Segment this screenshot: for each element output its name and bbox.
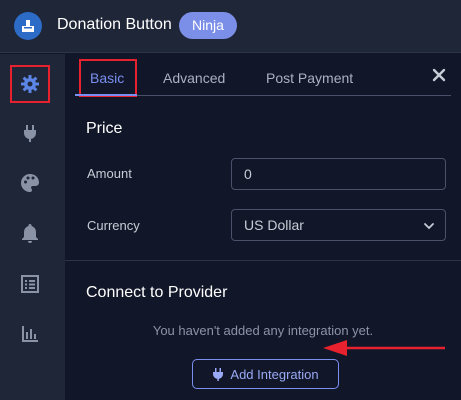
chevron-down-icon	[424, 223, 434, 230]
currency-label: Currency	[87, 218, 140, 233]
sidebar-item-appearance[interactable]	[10, 164, 50, 202]
list-icon	[21, 275, 39, 293]
sidebar-item-notifications[interactable]	[10, 214, 50, 252]
plug-icon	[213, 368, 224, 381]
amount-label: Amount	[87, 166, 132, 181]
plan-badge: Ninja	[179, 12, 237, 39]
empty-integrations-text: You haven't added any integration yet.	[152, 323, 374, 338]
tab-post-payment[interactable]: Post Payment	[266, 70, 353, 86]
sidebar-item-entries[interactable]	[10, 265, 50, 303]
provider-title: Connect to Provider	[86, 284, 228, 301]
add-integration-button[interactable]: Add Integration	[192, 359, 339, 389]
tab-basic[interactable]: Basic	[90, 70, 124, 86]
currency-select[interactable]: US Dollar	[231, 209, 446, 241]
top-bar: Donation Button Ninja	[0, 0, 461, 53]
chart-icon	[22, 326, 38, 342]
close-icon[interactable]	[431, 67, 447, 83]
add-integration-label: Add Integration	[230, 366, 319, 382]
settings-panel: Basic Advanced Post Payment Price Amount…	[65, 54, 461, 400]
app-title: Donation Button	[57, 16, 172, 33]
tab-advanced[interactable]: Advanced	[163, 70, 225, 86]
donation-box-icon	[14, 12, 42, 40]
section-divider	[65, 260, 461, 261]
sidebar-item-settings[interactable]	[10, 65, 50, 103]
tab-bar: Basic Advanced Post Payment	[65, 54, 461, 97]
bell-icon	[22, 224, 38, 243]
currency-value: US Dollar	[244, 217, 304, 233]
palette-icon	[21, 174, 39, 192]
sidebar-item-reports[interactable]	[10, 314, 50, 352]
sidebar	[0, 54, 65, 400]
plug-icon	[24, 125, 36, 142]
gear-icon	[21, 75, 39, 93]
price-title: Price	[86, 120, 123, 137]
sidebar-item-integrations[interactable]	[10, 114, 50, 152]
arrow-annotation	[323, 340, 445, 356]
amount-input[interactable]: 0	[231, 158, 446, 190]
tab-active-indicator	[75, 94, 137, 96]
